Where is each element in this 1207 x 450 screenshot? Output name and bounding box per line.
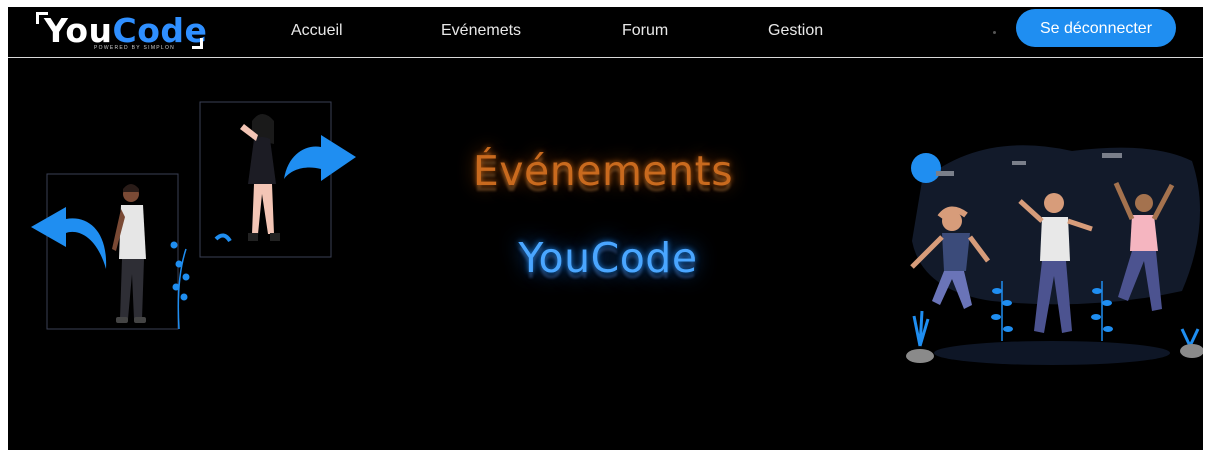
page-subtitle: YouCode [518, 234, 698, 282]
logo-tagline: POWERED BY SIMPLON [94, 45, 176, 51]
logout-button[interactable]: Se déconnecter [1016, 9, 1176, 47]
cloud-icon [1012, 161, 1026, 165]
people-with-arrows-illustration [31, 101, 356, 330]
rock-icon [906, 349, 934, 363]
nav-gestion[interactable]: Gestion [768, 22, 823, 40]
left-frame-box [46, 173, 179, 330]
nav-forum[interactable]: Forum [622, 22, 668, 40]
plant-icon [170, 241, 190, 330]
ground-shadow [934, 341, 1170, 365]
logo-bracket-bottom-right [192, 38, 203, 49]
page-title: Événements [472, 147, 734, 195]
page-frame: YouCode POWERED BY SIMPLON Accueil Evéne… [8, 7, 1203, 450]
decorative-dot [993, 31, 996, 34]
navbar: YouCode POWERED BY SIMPLON Accueil Evéne… [8, 7, 1203, 58]
man-figure-icon [112, 184, 146, 323]
arrow-right-icon [284, 135, 356, 181]
arrow-left-icon [31, 207, 107, 269]
youcode-logo[interactable]: YouCode POWERED BY SIMPLON [36, 9, 207, 55]
woman-figure-icon [214, 114, 280, 243]
cloud-icon [1102, 153, 1122, 158]
sun-icon [911, 153, 941, 183]
jumping-people-illustration [906, 145, 1203, 365]
nav-accueil[interactable]: Accueil [291, 22, 343, 40]
cloud-icon [936, 171, 954, 176]
rock-icon [1180, 344, 1203, 358]
nav-evenements[interactable]: Evénemets [441, 22, 521, 40]
